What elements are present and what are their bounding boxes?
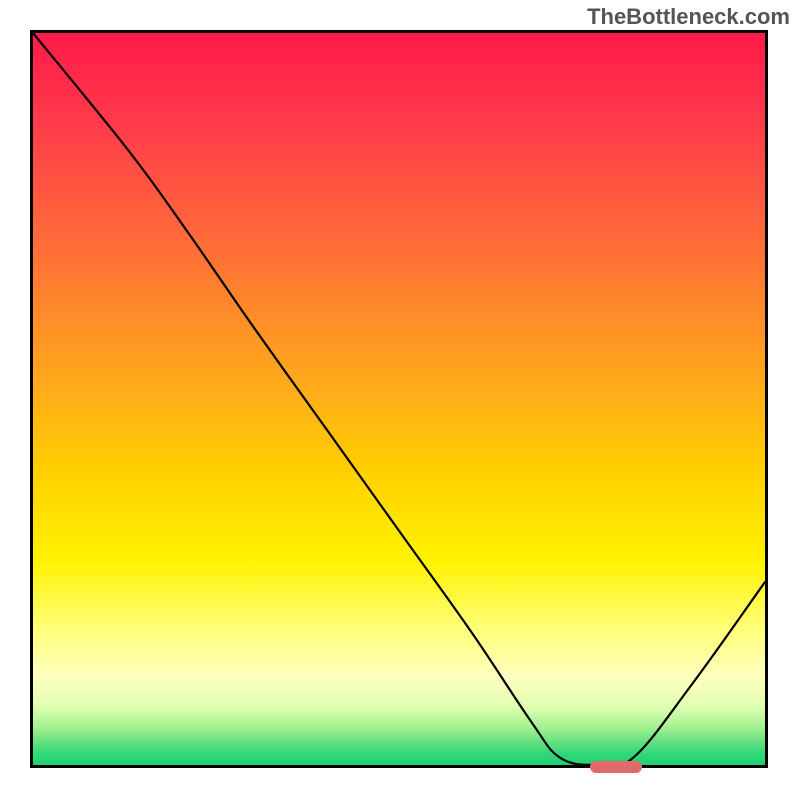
watermark-text: TheBottleneck.com [587, 4, 790, 30]
bottleneck-line-chart [33, 33, 765, 765]
optimal-point-marker [590, 761, 642, 773]
chart-plot-area [30, 30, 768, 768]
bottleneck-curve-path [33, 33, 765, 765]
